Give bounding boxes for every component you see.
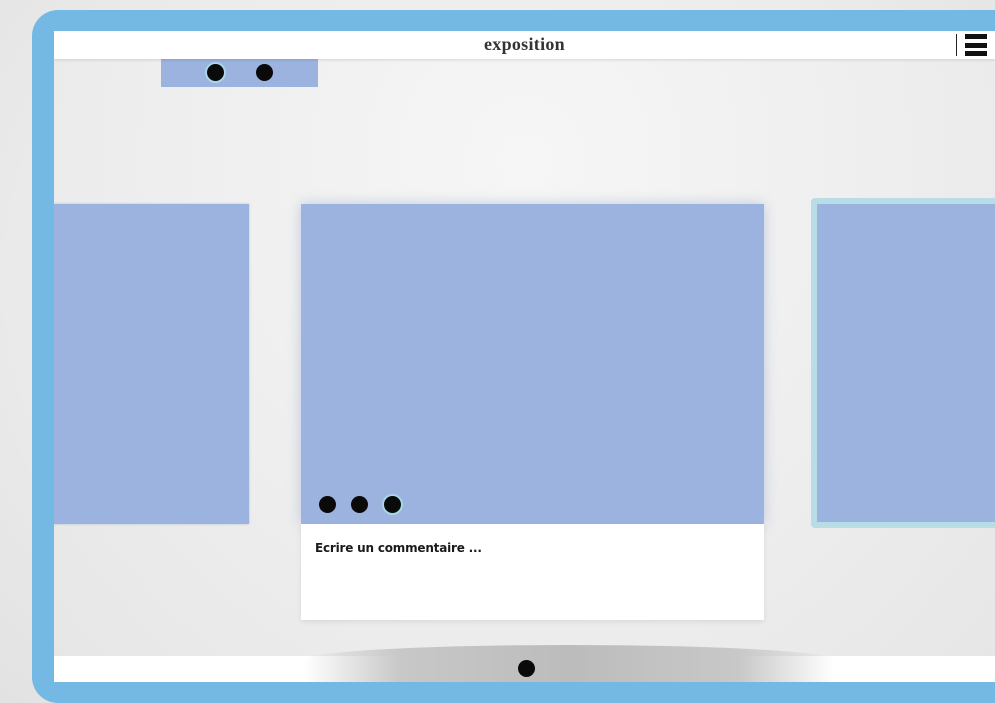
mini-preview-dot-2[interactable] bbox=[256, 64, 273, 81]
mini-preview-dot-1[interactable] bbox=[207, 64, 224, 81]
mini-preview-panel[interactable] bbox=[161, 59, 318, 87]
menu-bar-top bbox=[965, 34, 987, 39]
comment-placeholder: Ecrire un commentaire ... bbox=[315, 541, 482, 555]
dock-home-dot[interactable] bbox=[518, 660, 535, 677]
comment-input[interactable]: Ecrire un commentaire ... bbox=[301, 524, 764, 620]
dock bbox=[304, 645, 834, 682]
gallery-card-current[interactable] bbox=[301, 204, 764, 524]
gallery-card-next[interactable] bbox=[811, 198, 995, 528]
hamburger-menu-icon[interactable] bbox=[965, 34, 987, 56]
pagination-dot-2[interactable] bbox=[351, 496, 368, 513]
menu-divider bbox=[956, 34, 957, 56]
gallery-card-next-image bbox=[817, 204, 995, 522]
pagination-dot-3[interactable] bbox=[384, 496, 401, 513]
app-title: exposition bbox=[483, 34, 565, 54]
pagination-dot-1[interactable] bbox=[319, 496, 336, 513]
gallery-card-previous[interactable] bbox=[54, 204, 249, 524]
top-bar: exposition bbox=[54, 31, 995, 59]
screen: exposition Ecrire un commentaire ... bbox=[54, 31, 995, 682]
page: exposition Ecrire un commentaire ... bbox=[0, 0, 995, 703]
menu-bar-middle bbox=[965, 42, 987, 48]
menu-bar-bottom bbox=[965, 51, 987, 56]
